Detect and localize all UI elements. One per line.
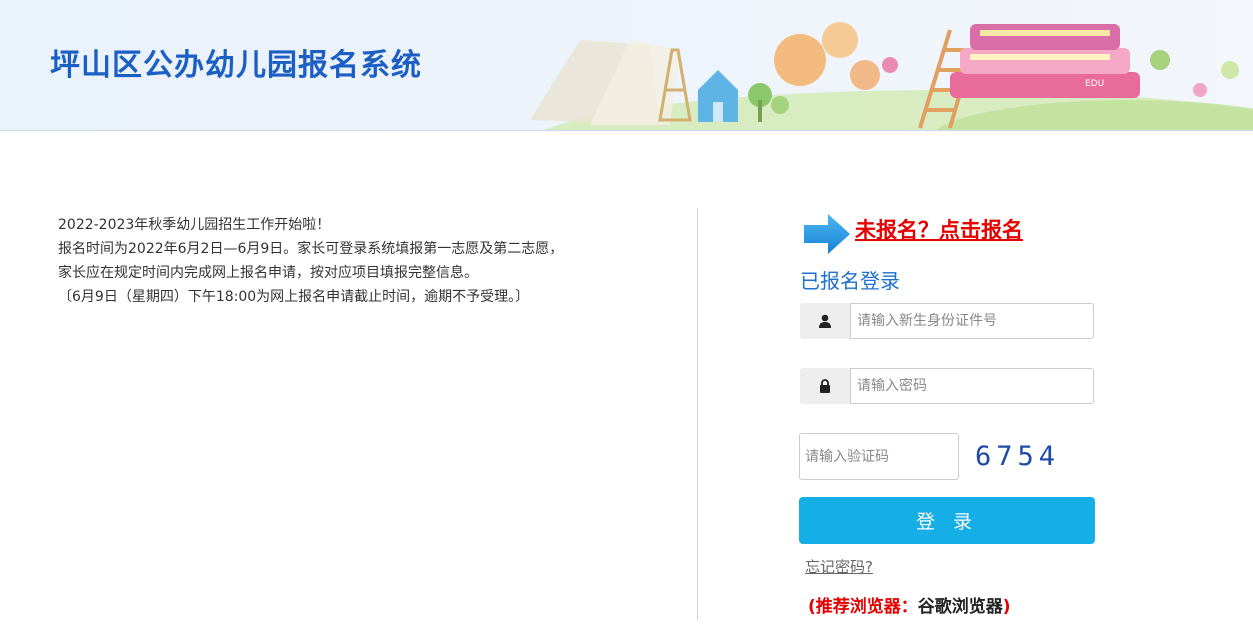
captcha-image[interactable]: 6754 xyxy=(975,438,1057,476)
notice-line: 2022-2023年秋季幼儿园招生工作开始啦！ xyxy=(58,217,331,233)
login-button[interactable]: 登 录 xyxy=(799,497,1095,544)
browser-tip-name: 谷歌浏览器 xyxy=(917,597,1003,617)
browser-tip-prefix: (推荐浏览器： xyxy=(808,597,918,617)
notice-line: 〔6月9日（星期四）下午18:00为网上报名申请截止时间，逾期不予受理。〕 xyxy=(58,289,530,305)
register-link[interactable]: 未报名？点击报名 xyxy=(855,214,1023,244)
id-number-field-group xyxy=(800,303,1094,339)
lock-icon xyxy=(800,368,850,404)
id-number-input[interactable] xyxy=(850,303,1094,339)
vertical-divider xyxy=(697,208,698,620)
password-field-group xyxy=(800,368,1094,404)
password-input[interactable] xyxy=(850,368,1094,404)
banner-illustration: EDU xyxy=(530,22,1253,130)
forgot-password-link[interactable]: 忘记密码? xyxy=(805,556,873,577)
user-icon xyxy=(800,303,850,339)
svg-text:EDU: EDU xyxy=(1085,79,1104,89)
notice-line: 报名时间为2022年6月2日—6月9日。家长可登录系统填报第一志愿及第二志愿， xyxy=(58,241,564,257)
login-title: 已报名登录 xyxy=(800,269,900,293)
arrow-right-icon xyxy=(804,214,850,254)
notice-line: 家长应在规定时间内完成网上报名申请，按对应项目填报完整信息。 xyxy=(58,265,478,281)
captcha-input[interactable] xyxy=(799,433,959,480)
browser-tip-suffix: ) xyxy=(1002,597,1011,617)
site-title: 坪山区公办幼儿园报名系统 xyxy=(50,48,422,83)
enrollment-notice: 2022-2023年秋季幼儿园招生工作开始啦！ 报名时间为2022年6月2日—6… xyxy=(58,213,658,309)
header-banner: 坪山区公办幼儿园报名系统 EDU xyxy=(0,0,1253,131)
browser-recommendation: (推荐浏览器：谷歌浏览器) xyxy=(808,592,1011,617)
